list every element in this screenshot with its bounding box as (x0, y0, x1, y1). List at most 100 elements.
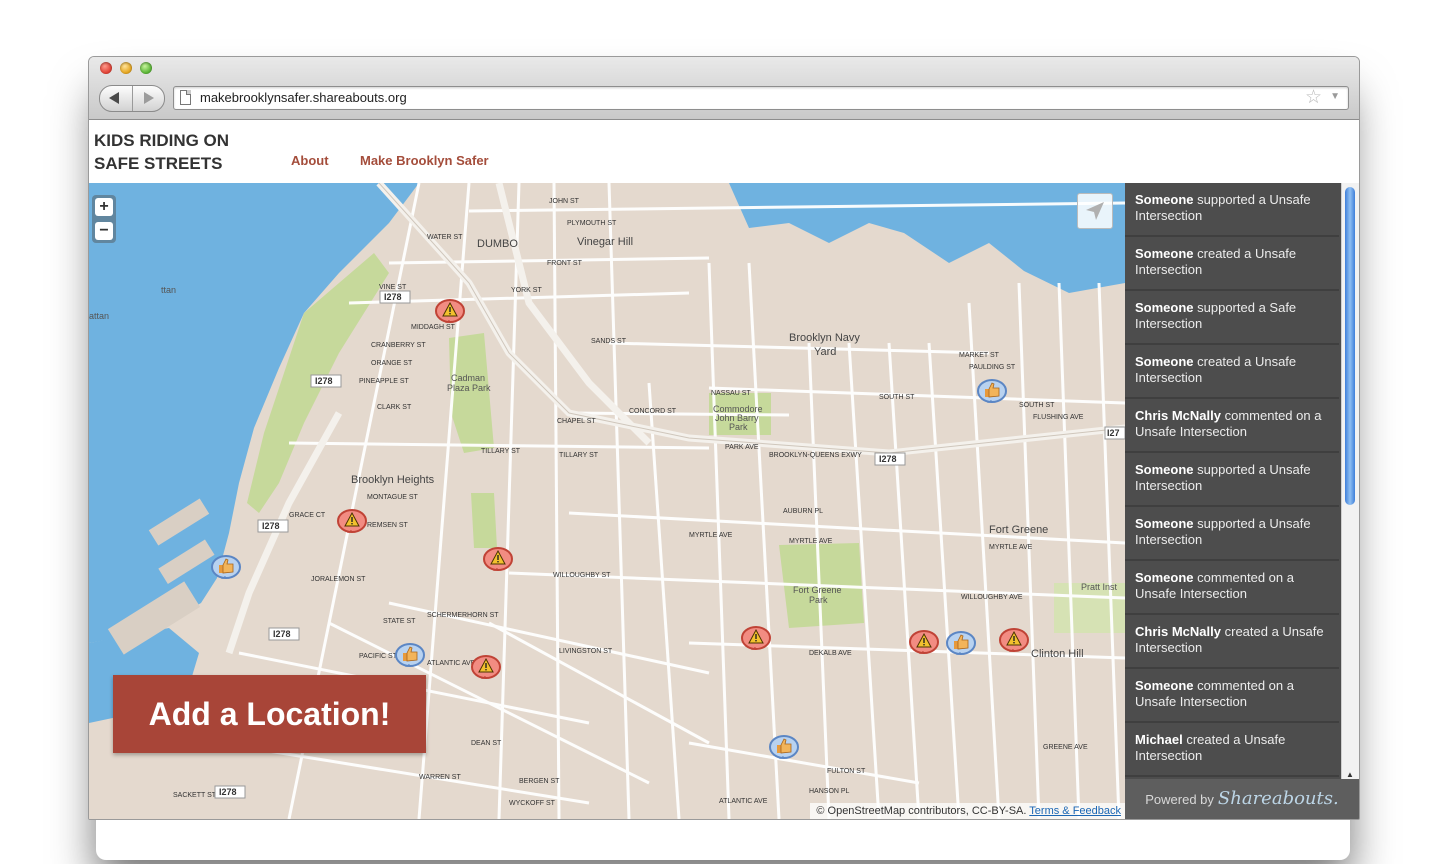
svg-text:NASSAU ST: NASSAU ST (711, 390, 751, 397)
address-bar[interactable]: makebrooklynsafer.shareabouts.org ☆ ▼ (173, 86, 1349, 110)
svg-text:FLUSHING AVE: FLUSHING AVE (1033, 414, 1084, 421)
svg-text:VINE ST: VINE ST (379, 284, 407, 291)
site-title[interactable]: KIDS RIDING ON SAFE STREETS (94, 129, 264, 175)
warning-icon (483, 547, 513, 571)
map-attribution: © OpenStreetMap contributors, CC-BY-SA. … (810, 803, 1125, 819)
locate-me-button[interactable] (1077, 193, 1113, 229)
svg-text:GRACE CT: GRACE CT (289, 512, 326, 519)
warning-icon (909, 630, 939, 654)
svg-text:Brooklyn Heights: Brooklyn Heights (351, 474, 435, 486)
activity-user: Someone (1135, 246, 1194, 261)
activity-item[interactable]: Someone created a Unsafe Intersection (1125, 345, 1339, 399)
activity-item[interactable]: Someone supported a Unsafe Intersection (1125, 453, 1339, 507)
nav-about-link[interactable]: About (291, 153, 329, 168)
svg-text:WARREN ST: WARREN ST (419, 774, 461, 781)
svg-text:Plaza Park: Plaza Park (447, 383, 491, 393)
unsafe-marker[interactable] (999, 628, 1029, 656)
zoom-out-button[interactable]: − (95, 222, 113, 240)
bookmark-star-icon[interactable]: ☆ (1305, 86, 1322, 109)
svg-text:ttan: ttan (161, 285, 176, 295)
terms-feedback-link[interactable]: Terms & Feedback (1029, 805, 1121, 817)
svg-text:Pratt Inst: Pratt Inst (1081, 582, 1118, 592)
svg-text:Clinton Hill: Clinton Hill (1031, 648, 1084, 660)
add-location-button[interactable]: Add a Location! (113, 675, 426, 753)
activity-item[interactable]: Someone supported a Unsafe Intersection (1125, 507, 1339, 561)
safe-marker[interactable] (211, 555, 241, 583)
svg-text:BROOKLYN-QUEENS EXWY: BROOKLYN-QUEENS EXWY (769, 452, 862, 459)
scroll-up-arrow-icon[interactable]: ▲ (1346, 770, 1354, 779)
back-button[interactable] (100, 86, 133, 111)
nav-make-brooklyn-safer-link[interactable]: Make Brooklyn Safer (360, 153, 489, 168)
svg-text:SOUTH ST: SOUTH ST (1019, 402, 1055, 409)
svg-text:SANDS ST: SANDS ST (591, 338, 627, 345)
activity-user: Chris McNally (1135, 624, 1221, 639)
unsafe-marker[interactable] (741, 626, 771, 654)
svg-text:PARK AVE: PARK AVE (725, 444, 759, 451)
activity-user: Someone (1135, 678, 1194, 693)
activity-list[interactable]: Someone supported a Unsafe Intersection … (1125, 183, 1339, 779)
shareabouts-logo[interactable]: Shareabouts. (1218, 788, 1339, 809)
activity-scrollbar[interactable]: ▲ ▼ (1341, 183, 1359, 803)
thumbs-up-icon (211, 555, 241, 579)
activity-user: Someone (1135, 516, 1194, 531)
svg-text:CHAPEL ST: CHAPEL ST (557, 418, 596, 425)
thumbs-up-icon (977, 379, 1007, 403)
activity-item[interactable]: Someone created a Unsafe Intersection (1125, 237, 1339, 291)
svg-text:I278: I278 (315, 376, 333, 386)
activity-user: Someone (1135, 192, 1194, 207)
svg-text:YORK ST: YORK ST (511, 287, 542, 294)
svg-text:WATER ST: WATER ST (427, 234, 463, 241)
activity-item[interactable]: Chris McNally created a Unsafe Intersect… (1125, 615, 1339, 669)
browser-window: makebrooklynsafer.shareabouts.org ☆ ▼ KI… (88, 56, 1360, 820)
safe-marker[interactable] (769, 735, 799, 763)
forward-button[interactable] (133, 86, 164, 111)
thumbs-up-icon (946, 631, 976, 655)
svg-text:SOUTH ST: SOUTH ST (879, 394, 915, 401)
map[interactable]: JOHN ST PLYMOUTH ST WATER ST FRONT ST YO… (89, 183, 1125, 819)
safe-marker[interactable] (395, 643, 425, 671)
svg-text:MYRTLE AVE: MYRTLE AVE (789, 538, 833, 545)
svg-text:CLARK ST: CLARK ST (377, 404, 412, 411)
warning-icon (337, 509, 367, 533)
activity-item[interactable]: Someone supported a Safe Intersection (1125, 291, 1339, 345)
svg-text:AUBURN PL: AUBURN PL (783, 508, 823, 515)
activity-item[interactable]: Michael created a Unsafe Intersection (1125, 723, 1339, 777)
activity-item[interactable]: Someone commented on a Unsafe Intersecti… (1125, 669, 1339, 723)
activity-item[interactable]: Chris McNally commented on a Unsafe Inte… (1125, 399, 1339, 453)
safe-marker[interactable] (946, 631, 976, 659)
svg-text:ATLANTIC AVE: ATLANTIC AVE (427, 660, 476, 667)
svg-text:I27: I27 (1107, 428, 1120, 438)
svg-text:PAULDING ST: PAULDING ST (969, 364, 1016, 371)
back-arrow-icon (109, 92, 119, 104)
activity-user: Someone (1135, 570, 1194, 585)
svg-text:MONTAGUE ST: MONTAGUE ST (367, 494, 419, 501)
safe-marker[interactable] (977, 379, 1007, 407)
svg-text:I278: I278 (262, 521, 280, 531)
unsafe-marker[interactable] (435, 299, 465, 327)
minimize-window-button[interactable] (120, 62, 132, 74)
scrollbar-thumb[interactable] (1345, 187, 1355, 505)
site-header: KIDS RIDING ON SAFE STREETS About Make B… (89, 120, 1359, 182)
unsafe-marker[interactable] (337, 509, 367, 537)
activity-item[interactable]: Someone commented on a Unsafe Intersecti… (1125, 561, 1339, 615)
warning-icon (741, 626, 771, 650)
svg-text:MARKET ST: MARKET ST (959, 352, 1000, 359)
zoom-window-button[interactable] (140, 62, 152, 74)
unsafe-marker[interactable] (483, 547, 513, 575)
svg-text:Fort Greene: Fort Greene (989, 524, 1048, 536)
svg-text:FULTON ST: FULTON ST (827, 768, 866, 775)
zoom-in-button[interactable]: + (95, 198, 113, 216)
activity-item[interactable]: Someone supported a Unsafe Intersection (1125, 183, 1339, 237)
svg-text:Yard: Yard (814, 346, 836, 358)
close-window-button[interactable] (100, 62, 112, 74)
svg-text:Brooklyn Navy: Brooklyn Navy (789, 332, 860, 344)
unsafe-marker[interactable] (471, 655, 501, 683)
chevron-down-icon[interactable]: ▼ (1330, 91, 1340, 102)
svg-text:Park: Park (729, 422, 748, 432)
unsafe-marker[interactable] (909, 630, 939, 658)
activity-user: Chris McNally (1135, 408, 1221, 423)
svg-text:DEAN ST: DEAN ST (471, 740, 502, 747)
url-text: makebrooklynsafer.shareabouts.org (200, 90, 407, 105)
svg-text:PLYMOUTH ST: PLYMOUTH ST (567, 220, 617, 227)
activity-user: Someone (1135, 462, 1194, 477)
